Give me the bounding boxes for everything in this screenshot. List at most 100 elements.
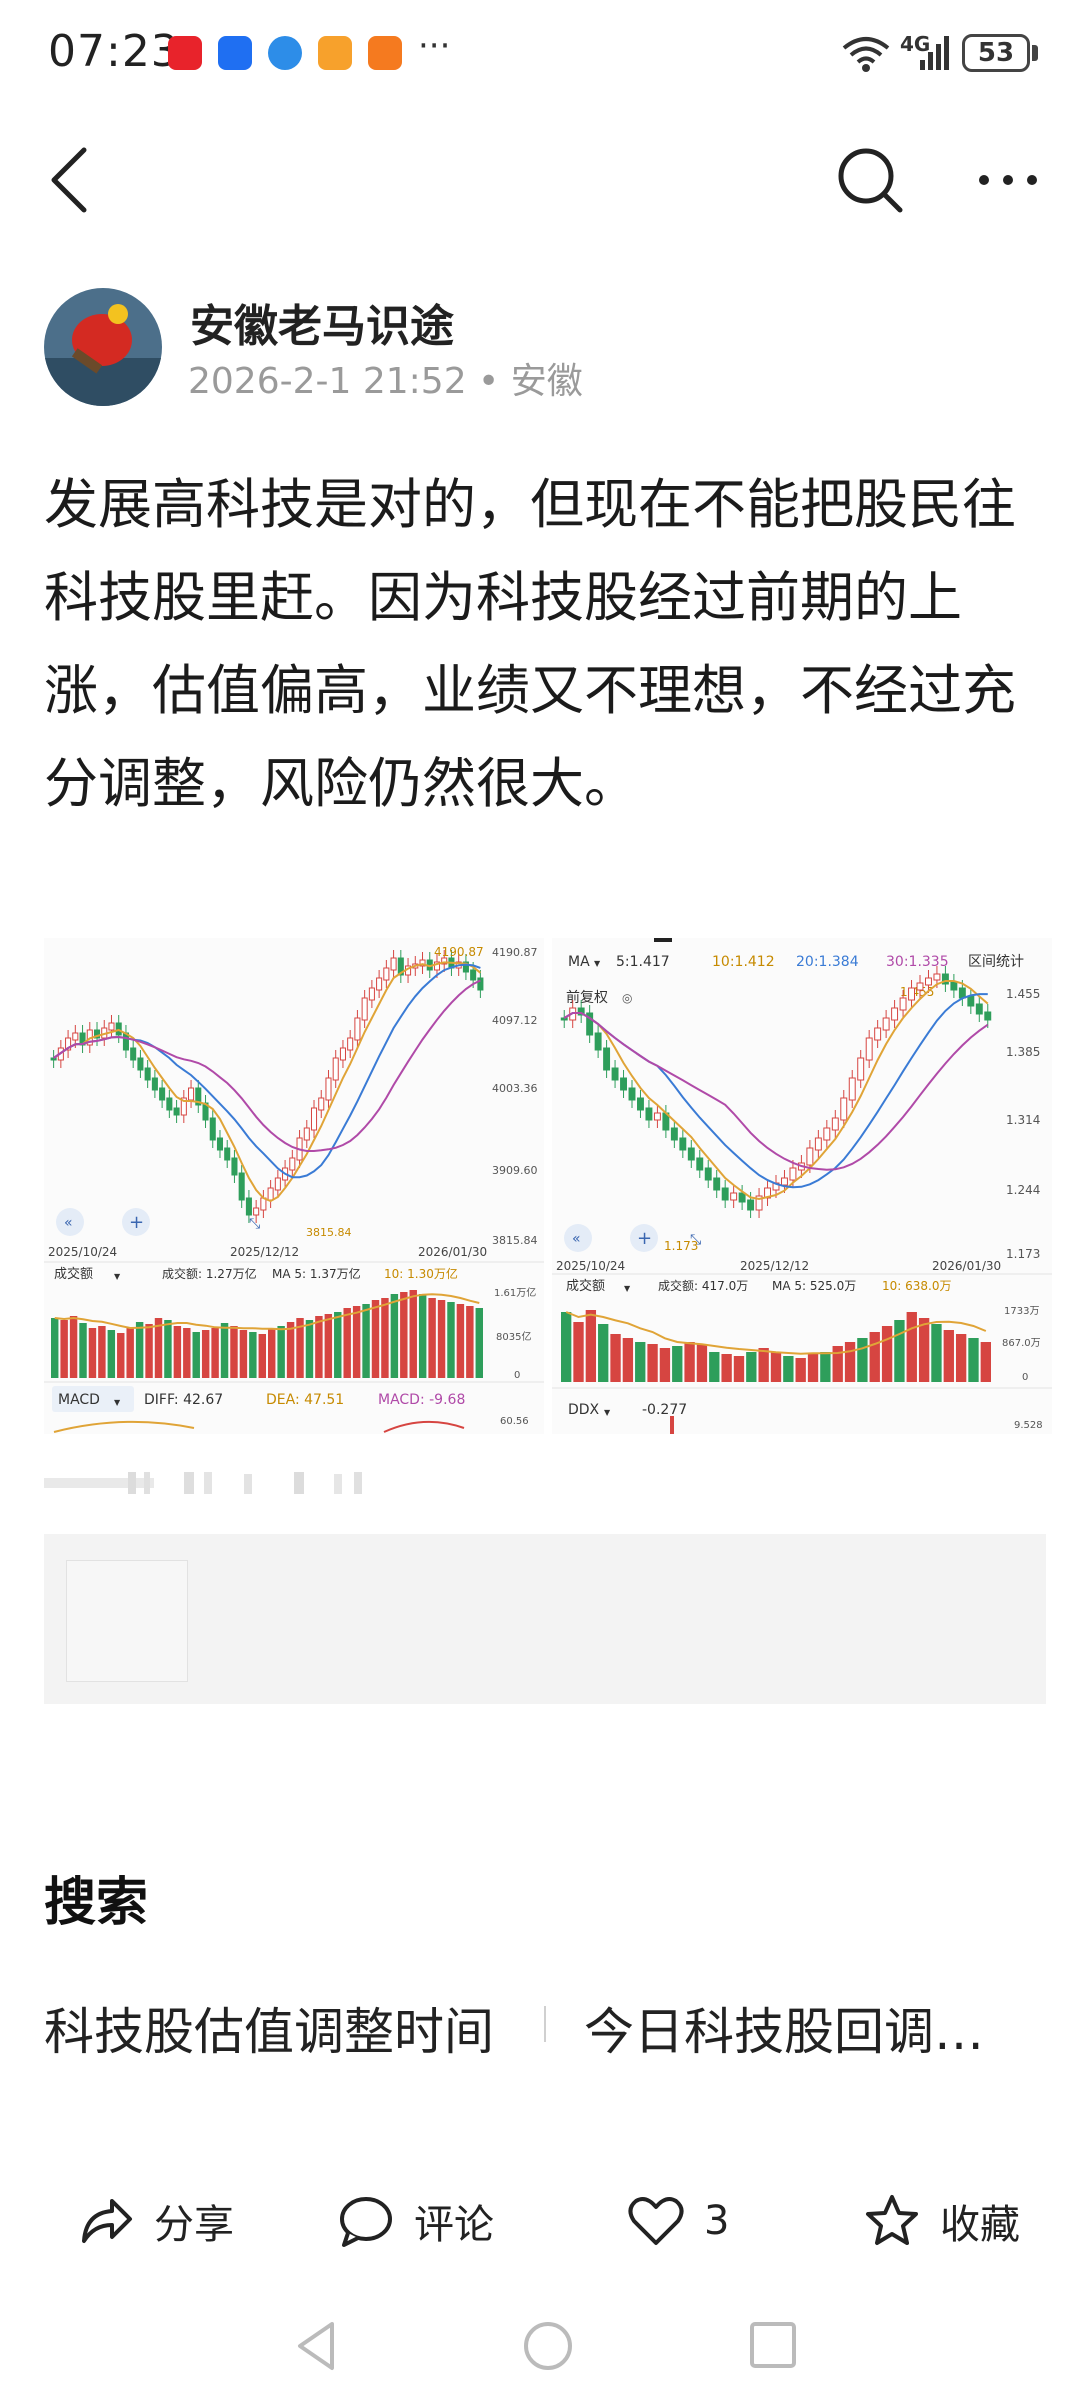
y-tick: 4190.87 <box>492 946 538 959</box>
ma20: 20:1.384 <box>796 954 859 970</box>
heart-icon <box>628 2197 684 2245</box>
candle <box>645 1107 653 1121</box>
signal-icon <box>920 36 949 70</box>
stock-chart-image-left[interactable]: 4190.87 4190.87 4097.12 4003.36 3909.60 … <box>44 938 544 1434</box>
video-app-icon <box>318 36 352 70</box>
volume-bar <box>918 1318 930 1382</box>
search-button[interactable] <box>830 140 910 220</box>
volume-bar <box>746 1352 757 1382</box>
ma10: 10:1.412 <box>712 954 775 970</box>
volume-bar <box>371 1300 380 1378</box>
candle <box>216 1137 224 1151</box>
more-dots-icon <box>979 175 1037 185</box>
volume-bar <box>305 1320 314 1378</box>
candle <box>289 1157 296 1171</box>
volume-bar <box>561 1312 572 1382</box>
divider <box>544 2006 546 2042</box>
candle <box>958 987 966 999</box>
candle <box>637 1097 644 1111</box>
date-start: 2025/10/24 <box>556 1259 625 1273</box>
like-count: 3 <box>704 2198 730 2244</box>
volume-bar <box>437 1300 446 1378</box>
like-button[interactable]: 3 <box>626 2186 729 2256</box>
app-icon <box>368 36 402 70</box>
search-suggestion[interactable]: 今日科技股回调… <box>584 1992 984 2064</box>
share-icon <box>82 2199 132 2243</box>
candle <box>267 1187 274 1201</box>
volume-bar <box>968 1338 979 1382</box>
comment-label: 评论 <box>414 2202 494 2248</box>
favorite-button[interactable]: 收藏 <box>862 2186 1020 2256</box>
candle <box>984 1011 992 1021</box>
index-kline-chart: 4190.87 4190.87 4097.12 4003.36 3909.60 … <box>44 938 544 1434</box>
volume-bar <box>211 1328 219 1378</box>
volume-bar <box>585 1310 597 1382</box>
candle <box>696 1157 704 1171</box>
volume-bar <box>428 1298 436 1378</box>
volume-bar <box>869 1332 880 1382</box>
volume-value: 成交额: 1.27万亿 <box>162 1266 257 1281</box>
volume-ma5: MA 5: 1.37万亿 <box>272 1266 361 1281</box>
stock-chart-image-right[interactable]: MA ▼ 5:1.417 10:1.412 20:1.384 30:1.335 … <box>552 938 1052 1434</box>
volume-bar <box>659 1348 671 1382</box>
volume-bar <box>733 1356 745 1382</box>
share-label: 分享 <box>154 2202 234 2248</box>
search-icon <box>838 148 903 213</box>
candle <box>925 977 932 986</box>
volume-ma5: MA 5: 525.0万 <box>772 1279 856 1293</box>
volume-bar <box>857 1338 868 1382</box>
share-button[interactable]: 分享 <box>76 2186 234 2256</box>
volume-bar <box>268 1328 276 1378</box>
volume-bar <box>117 1333 125 1378</box>
zoom-in-icon: + <box>637 1228 652 1249</box>
volume-bar <box>721 1354 732 1382</box>
volume-bar <box>770 1352 782 1382</box>
candle <box>332 1057 339 1081</box>
candle <box>603 1047 611 1071</box>
comment-button[interactable]: 评论 <box>336 2186 494 2256</box>
volume-ma10: 10: 638.0万 <box>882 1279 951 1293</box>
ddx-title: DDX <box>568 1402 600 1418</box>
volume-bar <box>352 1306 361 1378</box>
candle <box>166 1097 173 1111</box>
volume-bar <box>709 1352 720 1382</box>
candle <box>173 1107 180 1116</box>
zoom-in-icon: + <box>129 1212 144 1233</box>
svg-text:▼: ▼ <box>624 1284 631 1293</box>
volume-bar <box>334 1312 342 1378</box>
post-meta: 2026-2-1 21:52 • 安徽 <box>188 361 583 402</box>
link-card-placeholder[interactable] <box>44 1534 1046 1704</box>
volume-bar <box>249 1332 257 1378</box>
back-button[interactable] <box>40 140 100 220</box>
candle <box>950 981 958 991</box>
volume-bar <box>795 1358 806 1382</box>
volume-bar <box>475 1308 483 1378</box>
author-name[interactable]: 安徽老马识途 <box>190 290 454 354</box>
system-navigation-bar <box>0 2300 1088 2400</box>
avatar[interactable] <box>44 288 162 406</box>
vol-tick: 1.61万亿 <box>494 1286 536 1299</box>
ma5: 5:1.417 <box>616 954 670 970</box>
candle <box>245 1197 252 1216</box>
volume-bar <box>145 1324 153 1378</box>
candle <box>383 967 390 981</box>
date-mid: 2025/12/12 <box>230 1245 299 1259</box>
nav-recents-icon[interactable] <box>746 2318 802 2374</box>
svg-text:▼: ▼ <box>594 959 601 968</box>
volume-bar <box>672 1346 683 1382</box>
candle <box>368 987 375 1001</box>
y-tick: 4097.12 <box>492 1014 538 1027</box>
volume-bar <box>894 1320 905 1382</box>
candle <box>376 977 383 991</box>
candle <box>390 957 397 971</box>
post-text: 发展高科技是对的，但现在不能把股民往科技股里赶。因为科技股经过前期的上涨，估值偏… <box>44 473 1016 815</box>
volume-bar <box>201 1330 210 1378</box>
volume-bar <box>315 1316 323 1378</box>
more-button[interactable] <box>970 150 1050 210</box>
candle <box>874 1027 882 1041</box>
nav-home-icon[interactable] <box>518 2316 578 2376</box>
y-tick: 4003.36 <box>492 1082 538 1095</box>
nav-back-icon[interactable] <box>292 2316 342 2376</box>
candle <box>721 1187 729 1201</box>
search-suggestion[interactable]: 科技股估值调整时间 <box>44 1992 494 2064</box>
